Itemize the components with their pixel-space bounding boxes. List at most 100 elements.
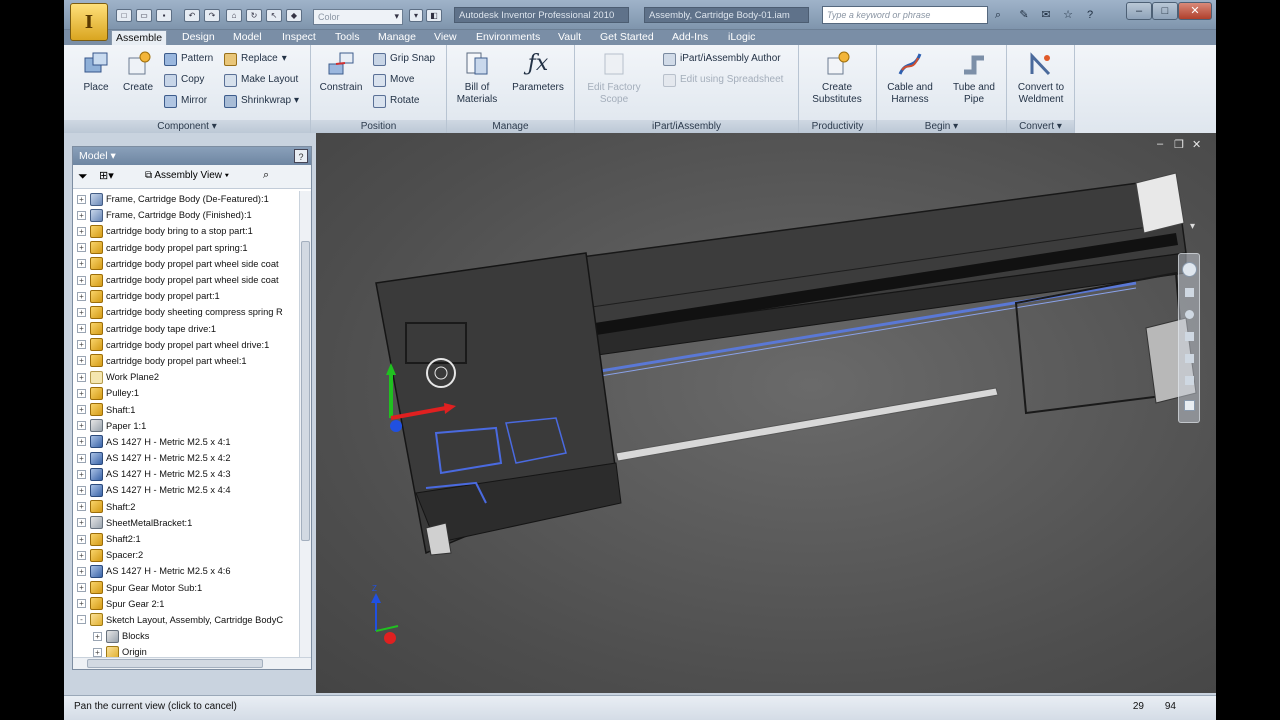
- ipart-author-button[interactable]: iPart/iAssembly Author: [663, 52, 781, 66]
- expand-icon[interactable]: +: [77, 599, 86, 609]
- expand-icon[interactable]: +: [77, 259, 86, 269]
- tab-inspect[interactable]: Inspect: [278, 30, 320, 45]
- browser-header[interactable]: Model ▾: [73, 147, 311, 165]
- view-selector[interactable]: ⧉ Assembly View ▾: [145, 170, 229, 181]
- browser-tree-row[interactable]: + AS 1427 H - Metric M2.5 x 4:1: [73, 434, 301, 450]
- expand-icon[interactable]: +: [77, 372, 86, 382]
- expand-icon[interactable]: +: [77, 307, 86, 317]
- look-at-icon[interactable]: [1185, 354, 1194, 363]
- new-icon[interactable]: □: [116, 9, 132, 22]
- grip-snap-button[interactable]: Grip Snap: [373, 52, 435, 66]
- move-button[interactable]: Move: [373, 73, 414, 87]
- edit-factory-scope-button[interactable]: Edit Factory Scope: [579, 49, 649, 106]
- orbit-icon[interactable]: [1185, 332, 1194, 341]
- expand-icon[interactable]: +: [77, 226, 86, 236]
- browser-tree-row[interactable]: + Shaft:2: [73, 499, 301, 515]
- browser-tree-row[interactable]: + Shaft:1: [73, 401, 301, 417]
- constrain-button[interactable]: Constrain: [317, 49, 365, 94]
- expand-icon[interactable]: +: [77, 583, 86, 593]
- browser-tree-row[interactable]: + cartridge body propel part wheel:1: [73, 353, 301, 369]
- zoom-all-icon[interactable]: [1184, 400, 1195, 411]
- select-icon[interactable]: ↖: [266, 9, 282, 22]
- browser-horizontal-scrollbar[interactable]: [73, 657, 311, 669]
- expand-icon[interactable]: +: [77, 356, 86, 366]
- convert-to-weldment-button[interactable]: Convert to Weldment: [1009, 49, 1073, 106]
- expand-icon[interactable]: +: [77, 210, 86, 220]
- update-icon[interactable]: ↻: [246, 9, 262, 22]
- application-menu-button[interactable]: I: [70, 3, 108, 41]
- toolbar-more-icon[interactable]: ◧: [426, 9, 442, 22]
- expand-icon[interactable]: +: [77, 485, 86, 495]
- browser-tree-row[interactable]: - Sketch Layout, Assembly, Cartridge Body…: [73, 612, 301, 628]
- tab-view[interactable]: View: [430, 30, 461, 45]
- minimize-button[interactable]: –: [1126, 2, 1152, 20]
- home-icon[interactable]: ⌂: [226, 9, 242, 22]
- create-button[interactable]: Create: [118, 49, 158, 94]
- help-icon[interactable]: ?: [1082, 7, 1098, 23]
- open-icon[interactable]: ▭: [136, 9, 152, 22]
- tab-vault[interactable]: Vault: [554, 30, 585, 45]
- collapse-icon[interactable]: -: [77, 615, 86, 625]
- expand-icon[interactable]: +: [77, 453, 86, 463]
- color-select[interactable]: Color ▾: [313, 9, 403, 25]
- expand-icon[interactable]: +: [77, 469, 86, 479]
- pan-icon[interactable]: [1185, 288, 1194, 297]
- communication-icon[interactable]: ☆: [1060, 7, 1076, 23]
- create-substitutes-button[interactable]: Create Substitutes: [801, 49, 873, 106]
- expand-icon[interactable]: +: [77, 502, 86, 512]
- browser-tree-row[interactable]: + SheetMetalBracket:1: [73, 515, 301, 531]
- graphics-viewport[interactable]: Z – ❐ ✕ ▾: [316, 133, 1216, 693]
- browser-tree-row[interactable]: + cartridge body sheeting compress spring…: [73, 304, 301, 320]
- expand-icon[interactable]: +: [77, 388, 86, 398]
- replace-button[interactable]: Replace ▾: [224, 52, 287, 66]
- edit-spreadsheet-button[interactable]: Edit using Spreadsheet: [663, 73, 783, 87]
- expand-icon[interactable]: +: [77, 518, 86, 528]
- save-icon[interactable]: ▪: [156, 9, 172, 22]
- tab-manage[interactable]: Manage: [374, 30, 420, 45]
- browser-tree-row[interactable]: + Blocks: [73, 628, 301, 644]
- browser-tree-row[interactable]: + Frame, Cartridge Body (Finished):1: [73, 207, 301, 223]
- material-icon[interactable]: ◆: [286, 9, 302, 22]
- cable-harness-button[interactable]: Cable and Harness: [879, 49, 941, 106]
- expand-icon[interactable]: +: [77, 275, 86, 285]
- mirror-button[interactable]: Mirror: [164, 94, 207, 108]
- tab-model[interactable]: Model: [229, 30, 266, 45]
- expand-icon[interactable]: +: [93, 631, 102, 641]
- nav-dropdown-icon[interactable]: ▾: [1190, 221, 1195, 232]
- browser-tree-row[interactable]: + cartridge body tape drive:1: [73, 321, 301, 337]
- binoculars-icon[interactable]: ⌕: [263, 169, 269, 182]
- tab-assemble[interactable]: Assemble: [111, 30, 168, 45]
- viewport-minimize-icon[interactable]: –: [1157, 138, 1163, 150]
- rotate-button[interactable]: Rotate: [373, 94, 419, 108]
- subscription-icon[interactable]: ✉: [1038, 7, 1054, 23]
- scroll-thumb[interactable]: [301, 241, 310, 541]
- parameters-button[interactable]: ƒx Parameters: [507, 49, 569, 94]
- scroll-thumb[interactable]: [87, 659, 263, 668]
- tab-ilogic[interactable]: iLogic: [724, 30, 759, 45]
- close-button[interactable]: ✕: [1178, 2, 1212, 20]
- viewport-restore-icon[interactable]: ❐: [1174, 138, 1184, 151]
- expand-icon[interactable]: +: [77, 243, 86, 253]
- tube-pipe-button[interactable]: Tube and Pipe: [943, 49, 1005, 106]
- browser-tree-row[interactable]: + Paper 1:1: [73, 418, 301, 434]
- make-layout-button[interactable]: Make Layout: [224, 73, 298, 87]
- search-input[interactable]: Type a keyword or phrase: [822, 6, 988, 24]
- expand-icon[interactable]: +: [77, 194, 86, 204]
- maximize-button[interactable]: □: [1152, 2, 1178, 20]
- expand-icon[interactable]: +: [77, 405, 86, 415]
- browser-tree-row[interactable]: + Spur Gear Motor Sub:1: [73, 580, 301, 596]
- browser-tree-row[interactable]: + Work Plane2: [73, 369, 301, 385]
- browser-vertical-scrollbar[interactable]: [299, 191, 311, 657]
- panel-title-convert[interactable]: Convert ▾: [1007, 120, 1074, 133]
- browser-tree-row[interactable]: + cartridge body propel part wheel side c…: [73, 272, 301, 288]
- steering-wheel-icon[interactable]: [1182, 262, 1197, 277]
- browser-tree-row[interactable]: + Frame, Cartridge Body (De-Featured):1: [73, 191, 301, 207]
- tab-design[interactable]: Design: [178, 30, 219, 45]
- expand-icon[interactable]: +: [77, 324, 86, 334]
- zoom-icon[interactable]: [1185, 310, 1194, 319]
- tab-environments[interactable]: Environments: [472, 30, 544, 45]
- hierarchy-icon[interactable]: ⊞▾: [99, 169, 114, 182]
- color-dropdown-icon[interactable]: ▾: [409, 9, 423, 22]
- copy-button[interactable]: Copy: [164, 73, 204, 87]
- browser-tree-row[interactable]: + cartridge body propel part wheel side c…: [73, 256, 301, 272]
